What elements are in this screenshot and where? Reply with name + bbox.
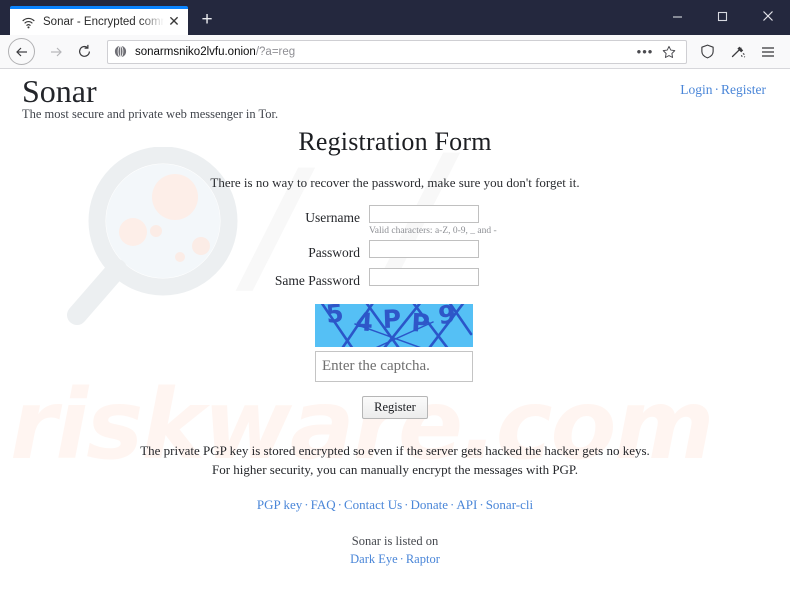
browser-titlebar: Sonar - Encrypted communicat ✕ + xyxy=(0,0,790,35)
url-bar-actions: ••• xyxy=(634,41,680,63)
submit-row: Register xyxy=(0,396,790,419)
footer-separator: · xyxy=(337,497,343,512)
page-footer: The private PGP key is stored encrypted … xyxy=(0,441,790,567)
footer-link-api[interactable]: API xyxy=(456,497,477,512)
hamburger-menu-icon[interactable] xyxy=(753,37,782,66)
onion-icon xyxy=(114,45,127,58)
footer-link-faq[interactable]: FAQ xyxy=(311,497,336,512)
maximize-icon[interactable] xyxy=(700,0,745,32)
toolbar-actions xyxy=(693,37,782,66)
password-label: Password xyxy=(308,245,360,260)
footer-line-1: The private PGP key is stored encrypted … xyxy=(140,443,650,458)
site-header: Sonar The most secure and private web me… xyxy=(0,69,790,121)
username-input[interactable] xyxy=(369,205,479,223)
listed-separator: · xyxy=(399,552,404,566)
back-arrow-icon[interactable] xyxy=(8,38,35,65)
url-bar[interactable]: sonarmsniko2lvfu.onion/?a=reg ••• xyxy=(107,39,687,64)
listed-on-label: Sonar is listed on xyxy=(351,534,439,548)
register-button[interactable]: Register xyxy=(362,396,428,419)
reload-icon[interactable] xyxy=(70,37,99,66)
url-text: sonarmsniko2lvfu.onion/?a=reg xyxy=(135,46,295,58)
site-tagline: The most secure and private web messenge… xyxy=(22,107,279,121)
browser-navbar: sonarmsniko2lvfu.onion/?a=reg ••• xyxy=(0,35,790,69)
footer-link-donate[interactable]: Donate xyxy=(411,497,449,512)
url-path: /?a=reg xyxy=(255,45,296,58)
page-actions-icon[interactable]: ••• xyxy=(634,41,656,63)
listed-link-raptor[interactable]: Raptor xyxy=(406,552,440,566)
password-recovery-notice: There is no way to recover the password,… xyxy=(210,175,580,190)
tab-close-icon[interactable]: ✕ xyxy=(166,14,182,30)
page-viewport: / / riskware.com xyxy=(0,69,790,613)
listed-on-links: Dark Eye · Raptor xyxy=(0,552,790,567)
same-password-input[interactable] xyxy=(369,268,479,286)
captcha-input[interactable] xyxy=(315,351,473,382)
captcha-image: 5 4 P P 9 xyxy=(315,304,475,347)
close-icon[interactable] xyxy=(745,0,790,32)
username-hint: Valid characters: a-Z, 0-9, _ and - xyxy=(369,226,497,236)
captcha-section: 5 4 P P 9 xyxy=(0,304,790,382)
registration-form: Username Valid characters: a-Z, 0-9, _ a… xyxy=(0,205,790,419)
header-links: Login · Register xyxy=(680,82,766,98)
footer-link-contact-us[interactable]: Contact Us xyxy=(344,497,402,512)
footer-link-pgp-key[interactable]: PGP key xyxy=(257,497,302,512)
site-brand: Sonar xyxy=(22,73,97,109)
browser-window: Sonar - Encrypted communicat ✕ + xyxy=(0,0,790,613)
page-title: Registration Form xyxy=(298,127,492,156)
form-row-username: Username Valid characters: a-Z, 0-9, _ a… xyxy=(0,205,790,236)
same-password-label: Same Password xyxy=(274,273,360,288)
footer-separator: · xyxy=(404,497,409,512)
footer-links: PGP key · FAQ · Contact Us · Donate · API · Sonar-… xyxy=(0,497,790,513)
header-link-login[interactable]: Login xyxy=(680,82,712,97)
header-link-register[interactable]: Register xyxy=(721,82,766,97)
sonar-wifi-icon xyxy=(20,14,36,30)
tab-title: Sonar - Encrypted communicat xyxy=(43,16,164,28)
star-icon[interactable] xyxy=(658,41,680,63)
form-row-same-password: Same Password xyxy=(0,268,790,291)
username-label: Username xyxy=(305,210,360,225)
new-tab-button[interactable]: + xyxy=(192,6,222,35)
footer-link-sonar-cli[interactable]: Sonar-cli xyxy=(486,497,533,512)
footer-separator: · xyxy=(479,497,484,512)
footer-line-2: For higher security, you can manually en… xyxy=(212,462,578,477)
browser-tab[interactable]: Sonar - Encrypted communicat ✕ xyxy=(10,6,188,35)
forward-arrow-icon xyxy=(41,37,70,66)
shield-icon[interactable] xyxy=(693,37,722,66)
password-input[interactable] xyxy=(369,240,479,258)
header-link-separator: · xyxy=(714,82,720,97)
svg-text:5: 5 xyxy=(325,304,345,329)
url-host: sonarmsniko2lvfu.onion xyxy=(135,45,256,58)
form-row-password: Password xyxy=(0,240,790,263)
page-content: Sonar The most secure and private web me… xyxy=(0,69,790,613)
listed-link-dark-eye[interactable]: Dark Eye xyxy=(350,552,398,566)
window-controls xyxy=(655,0,790,32)
footer-separator: · xyxy=(304,497,309,512)
pocket-icon[interactable] xyxy=(723,37,752,66)
minimize-icon[interactable] xyxy=(655,0,700,32)
